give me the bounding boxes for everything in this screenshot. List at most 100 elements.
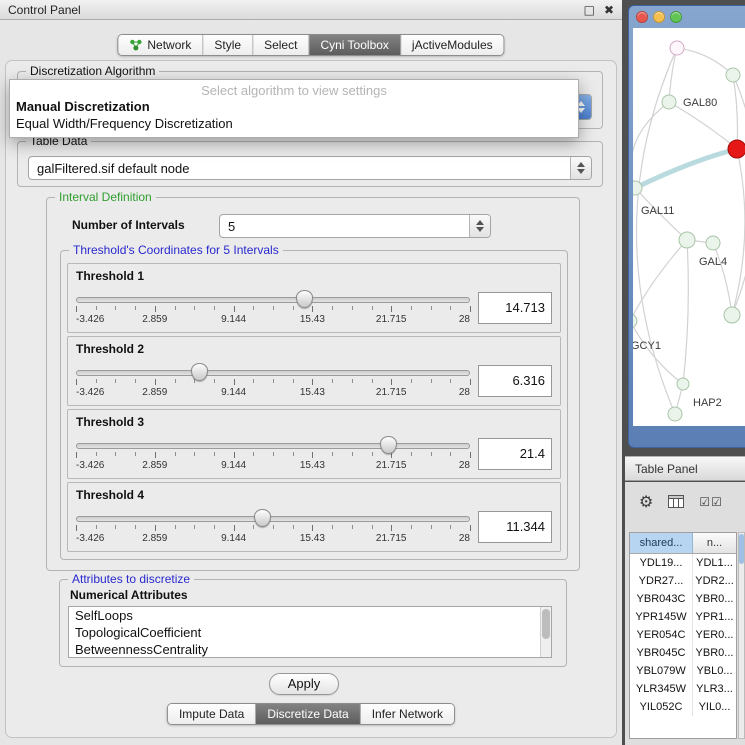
cell-shared-name[interactable]: YBL079W xyxy=(630,662,693,680)
tab-cyni-toolbox[interactable]: Cyni Toolbox xyxy=(309,35,400,55)
minimize-traffic-light-icon[interactable] xyxy=(653,11,665,23)
tab-label: Select xyxy=(264,38,297,52)
cell-shared-name[interactable]: YPR145W xyxy=(630,608,693,626)
combobox-arrows-icon[interactable] xyxy=(469,215,490,237)
threshold-slider[interactable]: -3.4262.8599.14415.4321.71528 xyxy=(76,363,470,403)
network-edge xyxy=(633,321,683,384)
slider-scale-label: -3.426 xyxy=(76,387,104,398)
slider-scale-label: 2.859 xyxy=(142,387,167,398)
table-row[interactable]: YBL079W YBL0... xyxy=(630,662,736,680)
combobox-arrows-icon[interactable] xyxy=(570,157,591,179)
threshold-slider[interactable]: -3.4262.8599.14415.4321.71528 xyxy=(76,436,470,476)
attribute-item[interactable]: BetweennessCentrality xyxy=(69,641,551,658)
attribute-item[interactable]: TopologicalCoefficient xyxy=(69,624,551,641)
network-view-window[interactable]: GAL80GAL11GAL4GCY1HAP2 xyxy=(628,5,745,448)
tab-style[interactable]: Style xyxy=(203,35,253,55)
table-row[interactable]: YBR045C YBR0... xyxy=(630,644,736,662)
table-panel: ⚙ ☑☑ shared... n... YDL19... YDL1... YDR… xyxy=(625,482,745,745)
cell-name[interactable]: YLR3... xyxy=(693,680,736,698)
float-window-icon[interactable]: □ xyxy=(584,1,595,19)
cell-shared-name[interactable]: YBR043C xyxy=(630,590,693,608)
tab-discretize-data[interactable]: Discretize Data xyxy=(256,704,360,724)
apply-button[interactable]: Apply xyxy=(269,673,339,695)
cell-name[interactable]: YER0... xyxy=(693,626,736,644)
table-data-group: Table Data galFiltered.sif default node xyxy=(17,141,603,187)
threshold-value-field[interactable]: 21.4 xyxy=(478,438,552,470)
cell-name[interactable]: YDR2... xyxy=(693,572,736,590)
slider-scale-label: 9.144 xyxy=(221,314,246,325)
attribute-item[interactable]: SelfLoops xyxy=(69,607,551,624)
network-node[interactable] xyxy=(668,407,682,421)
control-panel-titlebar[interactable]: Control Panel □ ✖ xyxy=(0,0,622,20)
cell-shared-name[interactable]: YBR045C xyxy=(630,644,693,662)
network-node[interactable] xyxy=(728,140,745,158)
network-node[interactable] xyxy=(633,181,642,195)
window-buttons: □ ✖ xyxy=(584,1,614,19)
table-row[interactable]: YPR145W YPR1... xyxy=(630,608,736,626)
gear-icon[interactable]: ⚙ xyxy=(639,492,653,511)
tab-jactivemodules[interactable]: jActiveModules xyxy=(401,35,504,55)
tab-network[interactable]: Network xyxy=(118,35,203,55)
numerical-attributes-list[interactable]: SelfLoopsTopologicalCoefficientBetweenne… xyxy=(68,606,552,658)
cell-name[interactable]: YBR0... xyxy=(693,590,736,608)
scrollbar-thumb[interactable] xyxy=(542,609,550,639)
close-window-icon[interactable]: ✖ xyxy=(604,1,614,19)
table-panel-titlebar[interactable]: Table Panel xyxy=(625,456,745,481)
table-row[interactable]: YDR27... YDR2... xyxy=(630,572,736,590)
slider-ticks xyxy=(76,525,470,532)
close-traffic-light-icon[interactable] xyxy=(636,11,648,23)
threshold-slider[interactable]: -3.4262.8599.14415.4321.71528 xyxy=(76,290,470,330)
dropdown-option-equal-width-frequency[interactable]: Equal Width/Frequency Discretization xyxy=(10,115,578,132)
select-columns-checkboxes-icon[interactable]: ☑☑ xyxy=(699,495,723,509)
slider-track[interactable] xyxy=(76,443,470,449)
group-title-attributes: Attributes to discretize xyxy=(68,572,194,586)
network-node[interactable] xyxy=(679,232,695,248)
network-node[interactable] xyxy=(662,95,676,109)
list-scrollbar[interactable] xyxy=(540,607,551,657)
table-row[interactable]: YLR345W YLR3... xyxy=(630,680,736,698)
network-node[interactable] xyxy=(633,314,637,328)
network-node[interactable] xyxy=(726,68,740,82)
table-scrollbar[interactable] xyxy=(738,532,745,739)
cell-name[interactable]: YBL0... xyxy=(693,662,736,680)
cell-shared-name[interactable]: YIL052C xyxy=(630,698,693,716)
zoom-traffic-light-icon[interactable] xyxy=(670,11,682,23)
table-row[interactable]: YER054C YER0... xyxy=(630,626,736,644)
cell-name[interactable]: YPR1... xyxy=(693,608,736,626)
table-row[interactable]: YBR043C YBR0... xyxy=(630,590,736,608)
slider-track[interactable] xyxy=(76,370,470,376)
slider-track[interactable] xyxy=(76,297,470,303)
slider-track[interactable] xyxy=(76,516,470,522)
threshold-value-field[interactable]: 6.316 xyxy=(478,365,552,397)
columns-icon[interactable] xyxy=(668,495,684,508)
table-scrollbar-thumb[interactable] xyxy=(739,534,744,564)
threshold-value-field[interactable]: 14.713 xyxy=(478,292,552,324)
table-row[interactable]: YDL19... YDL1... xyxy=(630,554,736,572)
cell-name[interactable]: YDL1... xyxy=(693,554,736,572)
slider-scale-label: 15.43 xyxy=(300,387,325,398)
table-data-combobox[interactable]: galFiltered.sif default node xyxy=(28,156,592,180)
network-canvas[interactable]: GAL80GAL11GAL4GCY1HAP2 xyxy=(633,28,745,426)
cell-shared-name[interactable]: YDR27... xyxy=(630,572,693,590)
network-node[interactable] xyxy=(724,307,740,323)
tab-infer-network[interactable]: Infer Network xyxy=(361,704,454,724)
slider-scale-label: 21.715 xyxy=(376,387,407,398)
tab-select[interactable]: Select xyxy=(253,35,309,55)
table-row[interactable]: YIL052C YIL0... xyxy=(630,698,736,716)
threshold-slider[interactable]: -3.4262.8599.14415.4321.71528 xyxy=(76,509,470,549)
slider-scale-label: 9.144 xyxy=(221,387,246,398)
cell-name[interactable]: YIL0... xyxy=(693,698,736,716)
tab-impute-data[interactable]: Impute Data xyxy=(168,704,256,724)
network-node[interactable] xyxy=(670,41,684,55)
column-header-shared-name[interactable]: shared... xyxy=(630,533,693,553)
cell-name[interactable]: YBR0... xyxy=(693,644,736,662)
cell-shared-name[interactable]: YDL19... xyxy=(630,554,693,572)
threshold-value-field[interactable]: 11.344 xyxy=(478,511,552,543)
column-header-name[interactable]: n... xyxy=(693,533,736,553)
number-of-intervals-combobox[interactable]: 5 xyxy=(219,214,491,238)
cell-shared-name[interactable]: YER054C xyxy=(630,626,693,644)
cell-shared-name[interactable]: YLR345W xyxy=(630,680,693,698)
network-node[interactable] xyxy=(706,236,720,250)
dropdown-option-manual-discretization[interactable]: Manual Discretization xyxy=(10,98,578,115)
network-node[interactable] xyxy=(677,378,689,390)
